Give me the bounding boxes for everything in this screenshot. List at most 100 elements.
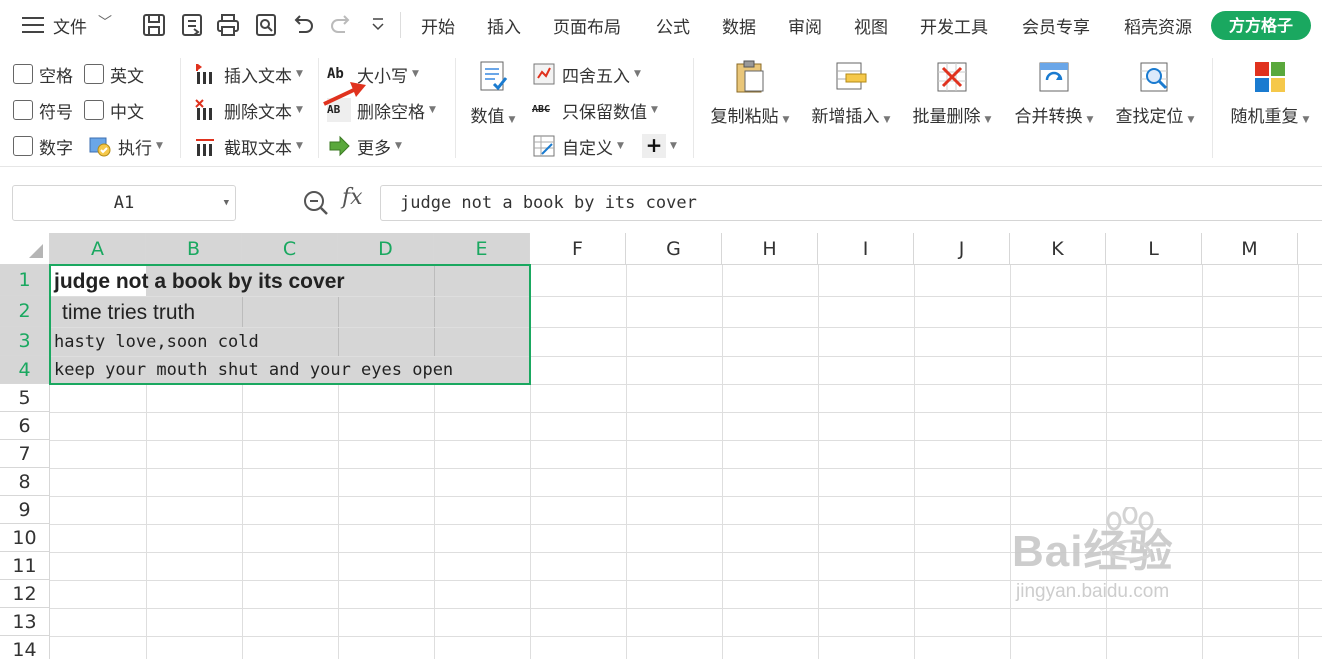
row-header-5[interactable]: 5 bbox=[0, 384, 50, 412]
print-icon[interactable] bbox=[216, 12, 240, 38]
row-header-7[interactable]: 7 bbox=[0, 440, 50, 468]
formula-input[interactable]: judge not a book by its cover bbox=[380, 185, 1322, 221]
column-header-i[interactable]: I bbox=[818, 233, 914, 265]
grid-line bbox=[338, 384, 339, 659]
select-all-triangle-icon bbox=[29, 244, 43, 258]
annotation-arrow-icon bbox=[323, 82, 366, 106]
row-header-12[interactable]: 12 bbox=[0, 580, 50, 608]
save-icon[interactable] bbox=[142, 12, 166, 38]
tab-view[interactable]: 视图 bbox=[854, 13, 888, 38]
file-menu-chevron-icon[interactable]: ﹀ bbox=[98, 12, 112, 32]
tab-home[interactable]: 开始 bbox=[421, 13, 455, 38]
checkbox-box[interactable] bbox=[84, 100, 104, 120]
merge-convert-button[interactable]: 合并转换 ▼ bbox=[1010, 60, 1098, 127]
row-header-1[interactable]: 1 bbox=[0, 265, 50, 296]
export-icon[interactable] bbox=[180, 12, 204, 38]
keep-number-icon: ABC bbox=[532, 104, 551, 115]
checkbox-number[interactable]: 数字 bbox=[13, 133, 73, 159]
name-box[interactable]: A1 ▼ bbox=[12, 185, 236, 221]
random-repeat-button[interactable]: 随机重复 ▼ bbox=[1225, 60, 1315, 127]
more-button[interactable]: 更多 ▼ bbox=[327, 133, 402, 159]
checkbox-box[interactable] bbox=[13, 100, 33, 120]
keep-number-button[interactable]: ABC 只保留数值 ▼ bbox=[532, 97, 658, 123]
checkbox-symbol[interactable]: 符号 bbox=[13, 97, 73, 123]
select-all-corner[interactable] bbox=[0, 233, 50, 265]
add-insert-button[interactable]: 新增插入 ▼ bbox=[807, 60, 895, 127]
numeric-value-button[interactable]: 数值 ▼ bbox=[466, 60, 520, 127]
selection-border bbox=[49, 264, 531, 385]
checkbox-box[interactable] bbox=[13, 64, 33, 84]
delete-text-button[interactable]: 删除文本 ▼ bbox=[194, 97, 303, 123]
dropdown-caret-icon: ▼ bbox=[395, 141, 402, 151]
fx-insert-function-button[interactable]: fx bbox=[342, 185, 363, 210]
checkbox-english[interactable]: 英文 bbox=[84, 61, 144, 87]
column-header-m[interactable]: M bbox=[1202, 233, 1298, 265]
tab-docer-resources[interactable]: 稻壳资源 bbox=[1124, 13, 1192, 38]
tab-page-layout[interactable]: 页面布局 bbox=[553, 13, 621, 38]
column-header-f[interactable]: F bbox=[530, 233, 626, 265]
grid-line bbox=[914, 265, 915, 659]
batch-delete-button[interactable]: 批量删除 ▼ bbox=[908, 60, 996, 127]
plus-button[interactable]: + ▼ bbox=[642, 133, 677, 159]
file-menu[interactable]: 文件 bbox=[53, 13, 87, 38]
tab-insert[interactable]: 插入 bbox=[487, 13, 521, 38]
row-header-14[interactable]: 14 bbox=[0, 636, 50, 659]
row-header-10[interactable]: 10 bbox=[0, 524, 50, 552]
custom-button[interactable]: 自定义 ▼ bbox=[532, 133, 624, 159]
row-header-6[interactable]: 6 bbox=[0, 412, 50, 440]
column-header-j[interactable]: J bbox=[914, 233, 1010, 265]
column-header-a[interactable]: A bbox=[50, 233, 146, 265]
ribbon-divider bbox=[318, 58, 319, 158]
column-header-h[interactable]: H bbox=[722, 233, 818, 265]
round-button[interactable]: 四舍五入 ▼ bbox=[532, 61, 641, 87]
row-header-9[interactable]: 9 bbox=[0, 496, 50, 524]
checkbox-box[interactable] bbox=[84, 64, 104, 84]
row-header-3[interactable]: 3 bbox=[0, 327, 50, 356]
numeric-value-icon bbox=[476, 60, 510, 94]
column-header-b[interactable]: B bbox=[146, 233, 242, 265]
column-header-d[interactable]: D bbox=[338, 233, 434, 265]
column-header-g[interactable]: G bbox=[626, 233, 722, 265]
extract-text-icon bbox=[194, 134, 218, 158]
redo-icon[interactable] bbox=[329, 12, 353, 38]
tab-formulas[interactable]: 公式 bbox=[656, 13, 690, 38]
row-header-13[interactable]: 13 bbox=[0, 608, 50, 636]
execute-button[interactable]: 执行 ▼ bbox=[88, 133, 163, 159]
copy-paste-button[interactable]: 复制粘贴 ▼ bbox=[706, 60, 794, 127]
find-locate-button[interactable]: 查找定位 ▼ bbox=[1111, 60, 1199, 127]
checkbox-chinese[interactable]: 中文 bbox=[84, 97, 144, 123]
column-header-k[interactable]: K bbox=[1010, 233, 1106, 265]
name-box-dropdown-icon[interactable]: ▼ bbox=[224, 186, 229, 220]
watermark-sub: jingyan.baidu.com bbox=[1016, 581, 1170, 602]
tab-member[interactable]: 会员专享 bbox=[1022, 13, 1090, 38]
row-header-11[interactable]: 11 bbox=[0, 552, 50, 580]
extract-text-button[interactable]: 截取文本 ▼ bbox=[194, 133, 303, 159]
tab-data[interactable]: 数据 bbox=[722, 13, 756, 38]
merge-convert-label: 合并转换 bbox=[1014, 107, 1083, 127]
row-header-8[interactable]: 8 bbox=[0, 468, 50, 496]
print-preview-icon[interactable] bbox=[254, 12, 278, 38]
tab-review[interactable]: 审阅 bbox=[788, 13, 822, 38]
hamburger-menu-icon[interactable] bbox=[22, 16, 44, 34]
zoom-search-icon[interactable] bbox=[302, 189, 330, 217]
tab-fangfanggezi[interactable]: 方方格子 bbox=[1211, 11, 1311, 40]
undo-icon[interactable] bbox=[291, 12, 315, 38]
column-header-n[interactable] bbox=[1298, 233, 1322, 265]
quick-access-more-icon[interactable] bbox=[366, 12, 390, 38]
checkbox-label: 英文 bbox=[110, 66, 144, 87]
column-header-c[interactable]: C bbox=[242, 233, 338, 265]
round-label: 四舍五入 bbox=[562, 66, 630, 87]
name-box-value: A1 bbox=[113, 193, 135, 213]
insert-text-button[interactable]: 插入文本 ▼ bbox=[194, 61, 303, 87]
column-header-l[interactable]: L bbox=[1106, 233, 1202, 265]
column-header-e[interactable]: E bbox=[434, 233, 530, 265]
extract-text-label: 截取文本 bbox=[224, 138, 292, 159]
batch-delete-icon bbox=[935, 60, 969, 94]
row-header-4[interactable]: 4 bbox=[0, 356, 50, 384]
batch-delete-label: 批量删除 bbox=[912, 107, 981, 127]
row-header-2[interactable]: 2 bbox=[0, 296, 50, 327]
tab-developer[interactable]: 开发工具 bbox=[920, 13, 988, 38]
checkbox-space[interactable]: 空格 bbox=[13, 61, 73, 87]
checkbox-box[interactable] bbox=[13, 136, 33, 156]
merge-convert-icon bbox=[1037, 60, 1071, 94]
